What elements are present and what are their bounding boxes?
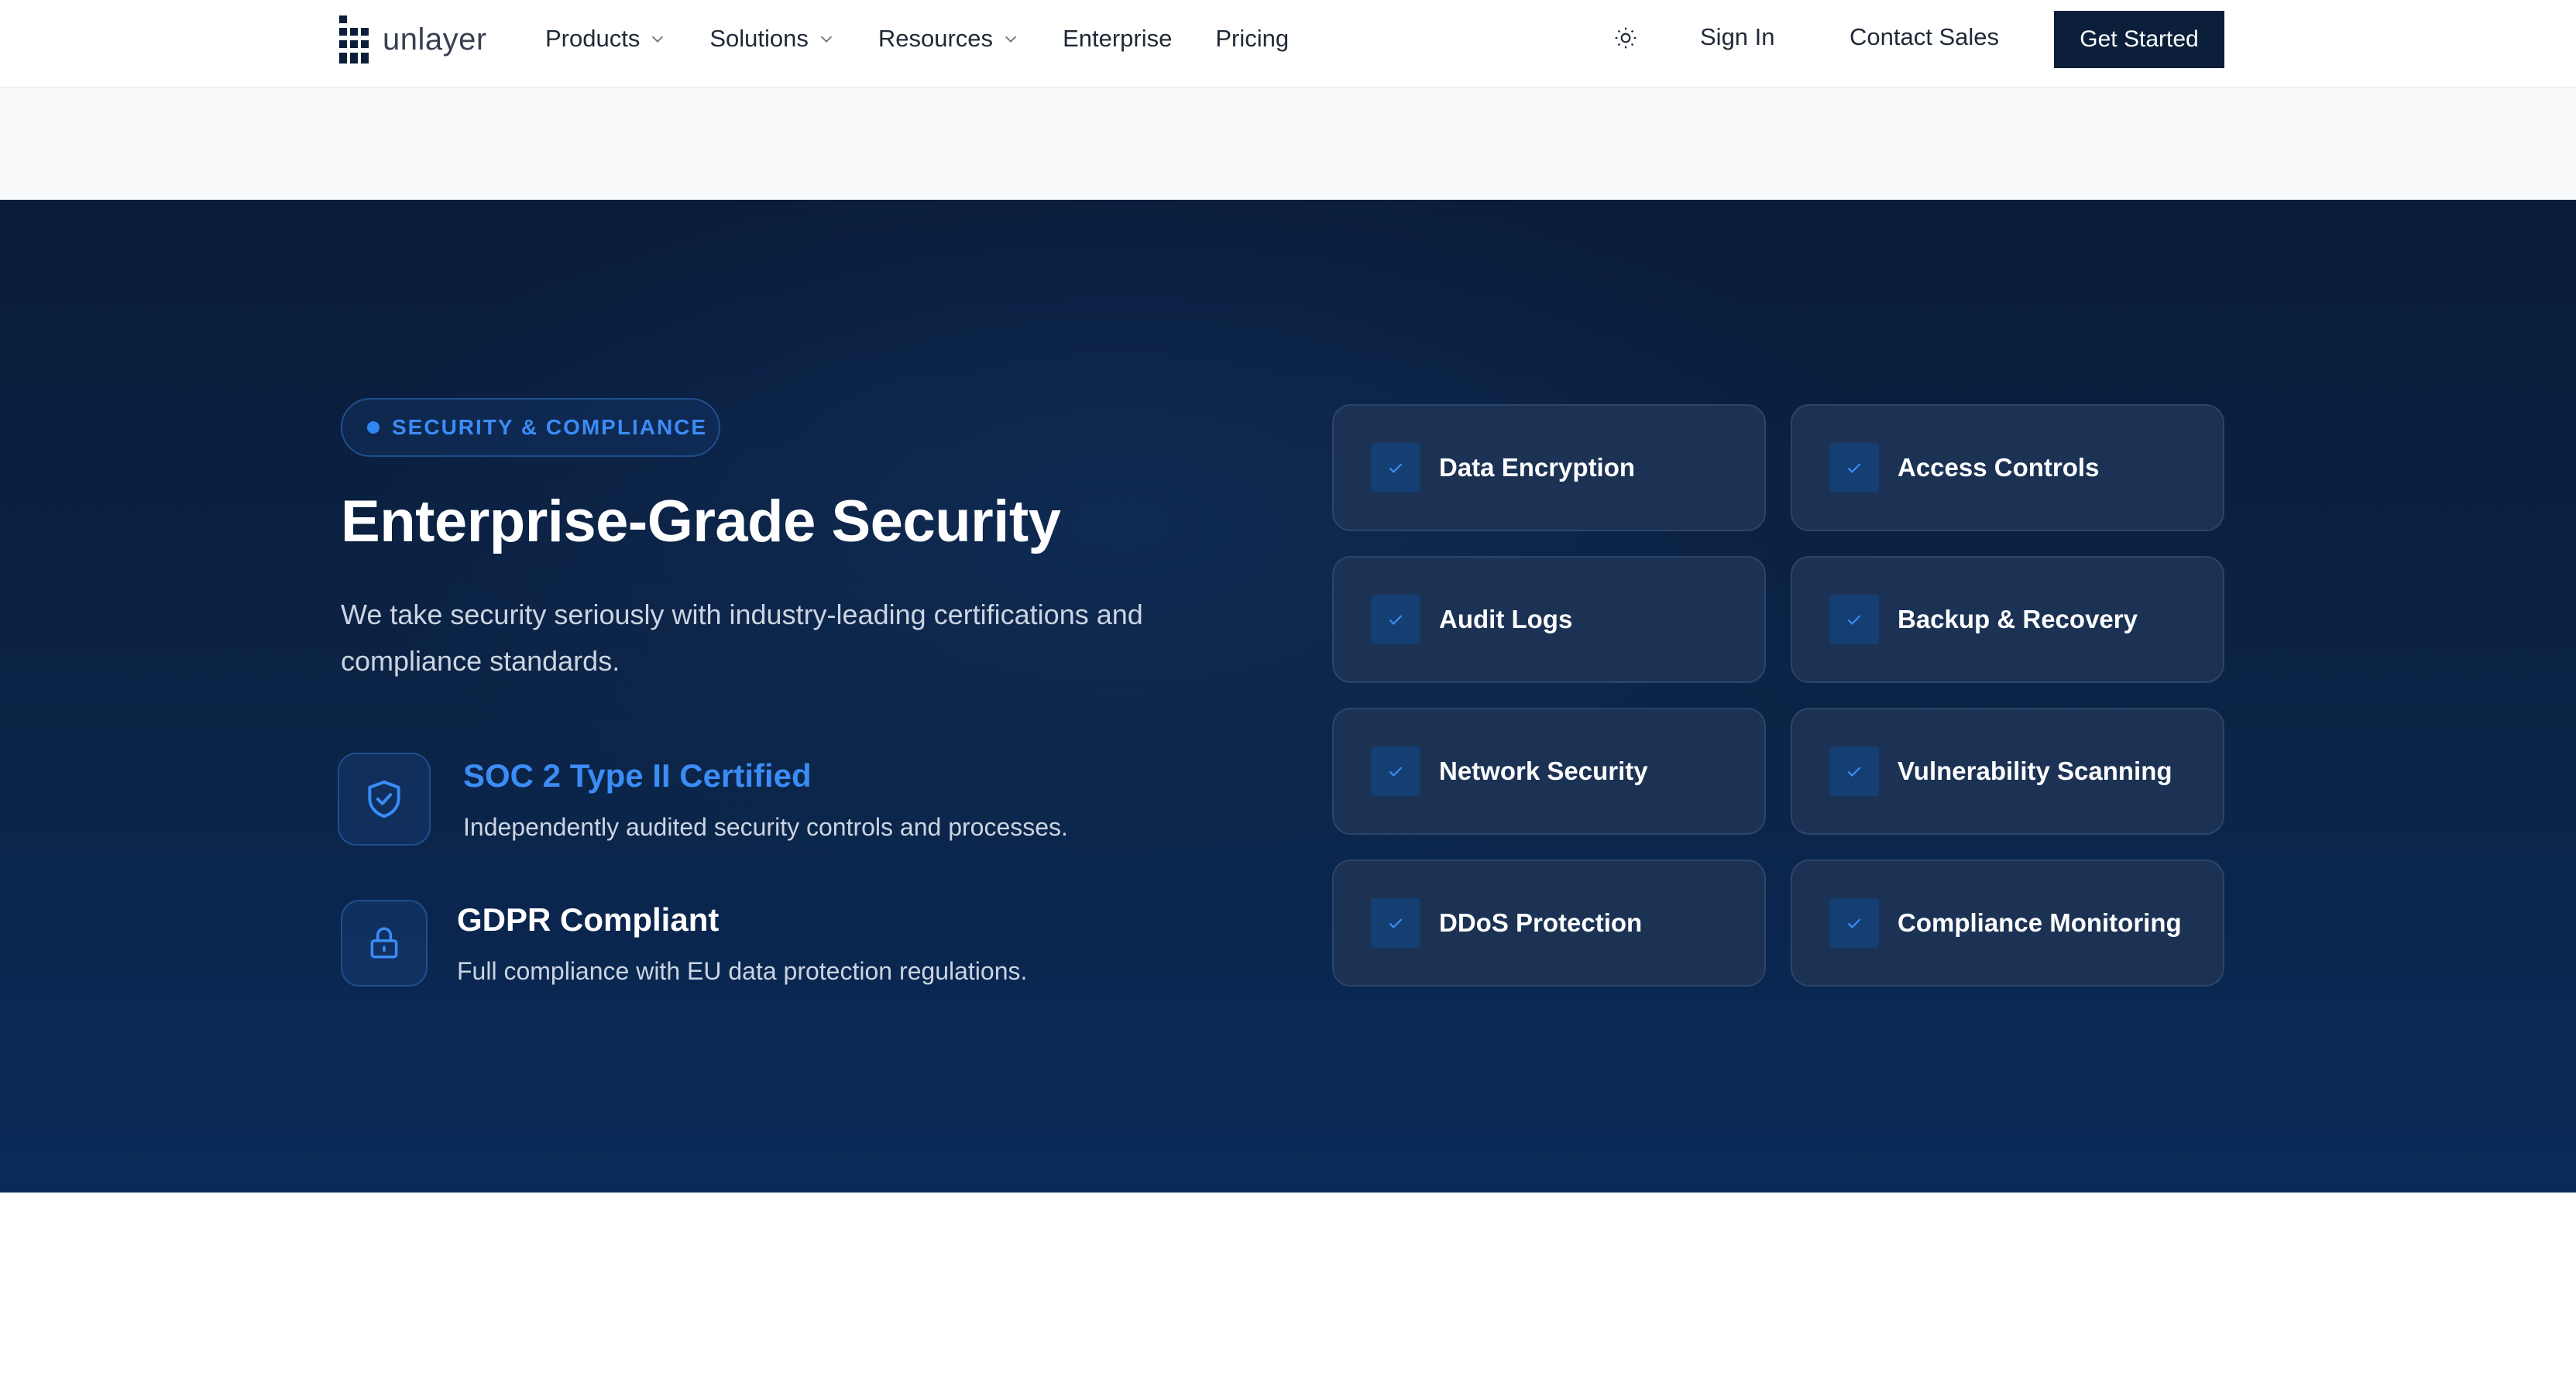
feature-gdpr: GDPR Compliant Full compliance with EU d… bbox=[338, 900, 1027, 987]
page-bottom-area bbox=[0, 1193, 2576, 1383]
logo-text: unlayer bbox=[383, 22, 487, 57]
badge-dot bbox=[367, 421, 380, 434]
nav-enterprise-label: Enterprise bbox=[1063, 25, 1173, 52]
checkbox-check-icon bbox=[1829, 898, 1879, 948]
security-badge: SECURITY & COMPLIANCE bbox=[341, 398, 720, 457]
logo-icon bbox=[339, 15, 373, 63]
nav-pricing-label: Pricing bbox=[1215, 25, 1290, 52]
section-subtext: We take security seriously with industry… bbox=[341, 599, 1143, 677]
nav-products[interactable]: Products bbox=[545, 25, 666, 53]
header-spacer bbox=[0, 88, 2576, 200]
checkbox-check-icon bbox=[1829, 595, 1879, 644]
security-card-label: Vulnerability Scanning bbox=[1898, 757, 2172, 785]
security-card-vulnerability-scanning: Vulnerability Scanning bbox=[1791, 708, 2224, 835]
security-card-backup-recovery: Backup & Recovery bbox=[1791, 556, 2224, 683]
security-card-label: Access Controls bbox=[1898, 453, 2100, 482]
security-card-network-security: Network Security bbox=[1332, 708, 1766, 835]
security-card-audit-logs: Audit Logs bbox=[1332, 556, 1766, 683]
feature-soc2-title: SOC 2 Type II Certified bbox=[463, 757, 812, 794]
get-started-button[interactable]: Get Started bbox=[2054, 11, 2224, 68]
security-card-compliance-monitoring: Compliance Monitoring bbox=[1791, 860, 2224, 987]
security-card-label: DDoS Protection bbox=[1439, 908, 1643, 937]
contact-sales-link[interactable]: Contact Sales bbox=[1850, 23, 1999, 51]
security-card-data-encryption: Data Encryption bbox=[1332, 404, 1766, 531]
nav-products-label: Products bbox=[545, 25, 641, 52]
checkbox-check-icon bbox=[1371, 595, 1420, 644]
nav-pricing[interactable]: Pricing bbox=[1215, 25, 1289, 53]
logo[interactable]: unlayer bbox=[339, 15, 487, 63]
checkbox-check-icon bbox=[1371, 746, 1420, 796]
chevron-down-icon bbox=[652, 36, 664, 43]
top-navigation: unlayer Products Solutions Resources Ent… bbox=[0, 0, 2576, 88]
feature-gdpr-description: Full compliance with EU data protection … bbox=[457, 957, 1028, 985]
feature-soc2-icon-box bbox=[338, 753, 431, 846]
security-card-label: Network Security bbox=[1439, 757, 1648, 785]
sun-icon bbox=[1615, 27, 1637, 49]
security-card-ddos-protection: DDoS Protection bbox=[1332, 860, 1766, 987]
shield-check-icon bbox=[368, 780, 400, 818]
feature-soc2: SOC 2 Type II Certified Independently au… bbox=[338, 753, 1068, 846]
nav-links: Products Solutions Resources Enterprise … bbox=[545, 0, 1332, 77]
checkbox-check-icon bbox=[1829, 746, 1879, 796]
security-section: SECURITY & COMPLIANCE Enterprise-Grade S… bbox=[0, 200, 2576, 1193]
sign-in-link[interactable]: Sign In bbox=[1700, 23, 1775, 51]
feature-gdpr-icon-box bbox=[341, 900, 428, 987]
theme-toggle-button[interactable] bbox=[1609, 22, 1642, 54]
lock-icon bbox=[370, 927, 398, 959]
security-card-label: Audit Logs bbox=[1439, 605, 1573, 633]
nav-solutions[interactable]: Solutions bbox=[709, 25, 835, 53]
badge-label: SECURITY & COMPLIANCE bbox=[392, 415, 708, 439]
checkbox-check-icon bbox=[1829, 443, 1879, 492]
feature-soc2-description: Independently audited security controls … bbox=[463, 813, 1068, 841]
chevron-down-icon bbox=[1005, 36, 1017, 43]
security-card-label: Compliance Monitoring bbox=[1898, 908, 2182, 937]
nav-solutions-label: Solutions bbox=[709, 25, 809, 52]
checkbox-check-icon bbox=[1371, 898, 1420, 948]
nav-resources[interactable]: Resources bbox=[878, 25, 1019, 53]
security-card-access-controls: Access Controls bbox=[1791, 404, 2224, 531]
security-card-label: Data Encryption bbox=[1439, 453, 1636, 482]
feature-gdpr-title: GDPR Compliant bbox=[457, 901, 720, 938]
chevron-down-icon bbox=[820, 36, 832, 43]
nav-enterprise[interactable]: Enterprise bbox=[1063, 25, 1172, 53]
security-card-label: Backup & Recovery bbox=[1898, 605, 2138, 633]
section-headline: Enterprise-Grade Security bbox=[341, 489, 1061, 554]
nav-resources-label: Resources bbox=[878, 25, 994, 52]
checkbox-check-icon bbox=[1371, 443, 1420, 492]
